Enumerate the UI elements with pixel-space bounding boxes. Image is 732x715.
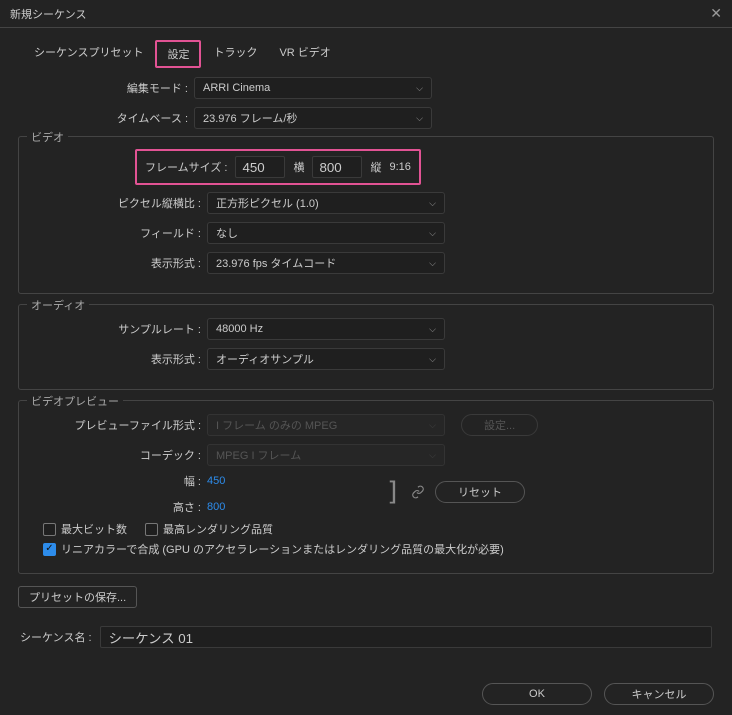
preview-file-format-value: I フレーム のみの MPEG [216,417,337,433]
sequence-name-label: シーケンス名 : [20,629,92,645]
sample-rate-value: 48000 Hz [216,323,263,335]
cancel-button[interactable]: キャンセル [604,683,714,705]
close-icon[interactable]: ✕ [710,5,722,22]
tab-settings[interactable]: 設定 [155,40,201,68]
checkbox-icon [145,523,158,536]
chevron-down-icon: ⌵ [416,113,423,124]
tab-bar: シーケンスプリセット 設定 トラック VR ビデオ [18,40,714,68]
pixel-aspect-value: 正方形ピクセル (1.0) [216,195,319,211]
frame-size-label: フレームサイズ : [145,159,227,175]
max-render-quality-label: 最高レンダリング品質 [163,521,273,537]
frame-height-input[interactable] [312,156,362,178]
timebase-value: 23.976 フレーム/秒 [203,110,297,126]
preview-file-format-select: I フレーム のみの MPEG ⌵ [207,414,445,436]
audio-display-format-label: 表示形式 : [31,351,207,367]
chevron-down-icon: ⌵ [429,228,436,239]
linear-color-label: リニアカラーで合成 (GPU のアクセラレーションまたはレンダリング品質の最大化… [61,541,504,557]
edit-mode-value: ARRI Cinema [203,82,270,94]
frame-width-label: 横 [293,159,304,175]
pixel-aspect-label: ピクセル縦横比 : [31,195,207,211]
preview-file-format-label: プレビューファイル形式 : [31,417,207,433]
frame-width-input[interactable] [235,156,285,178]
tab-tracks[interactable]: トラック [203,40,267,68]
preview-width-label: 幅 : [31,473,207,489]
max-bit-depth-label: 最大ビット数 [61,521,127,537]
sample-rate-select[interactable]: 48000 Hz ⌵ [207,318,445,340]
video-display-format-select[interactable]: 23.976 fps タイムコード ⌵ [207,252,445,274]
fields-label: フィールド : [31,225,207,241]
ok-button[interactable]: OK [482,683,592,705]
chevron-down-icon: ⌵ [429,450,436,461]
frame-size-highlight: フレームサイズ : 横 縦 9:16 [135,149,421,185]
sequence-name-input[interactable] [100,626,712,648]
linear-color-checkbox[interactable]: ✓ リニアカラーで合成 (GPU のアクセラレーションまたはレンダリング品質の最… [43,541,504,557]
timebase-select[interactable]: 23.976 フレーム/秒 ⌵ [194,107,432,129]
chevron-down-icon: ⌵ [429,324,436,335]
frame-height-label: 縦 [370,159,381,175]
preview-legend: ビデオプレビュー [27,393,123,409]
save-preset-button[interactable]: プリセットの保存... [18,586,137,608]
codec-select: MPEG I フレーム ⌵ [207,444,445,466]
fields-select[interactable]: なし ⌵ [207,222,445,244]
chevron-down-icon: ⌵ [429,198,436,209]
max-render-quality-checkbox[interactable]: 最高レンダリング品質 [145,521,273,537]
video-legend: ビデオ [27,129,68,145]
checkbox-icon [43,523,56,536]
codec-label: コーデック : [31,447,207,463]
codec-value: MPEG I フレーム [216,447,301,463]
preview-group: ビデオプレビュー プレビューファイル形式 : I フレーム のみの MPEG ⌵… [18,400,714,574]
checkbox-icon: ✓ [43,543,56,556]
tab-vr[interactable]: VR ビデオ [269,40,340,68]
audio-group: オーディオ サンプルレート : 48000 Hz ⌵ 表示形式 : オーディオサ… [18,304,714,390]
chevron-down-icon: ⌵ [429,420,436,431]
chevron-down-icon: ⌵ [429,354,436,365]
chevron-down-icon: ⌵ [429,258,436,269]
fields-value: なし [216,225,238,241]
window-title: 新規シーケンス [10,6,86,22]
edit-mode-label: 編集モード : [18,80,194,96]
tab-presets[interactable]: シーケンスプリセット [24,40,153,68]
preview-height-label: 高さ : [31,499,207,515]
preview-height-value[interactable]: 800 [207,501,225,513]
video-display-format-value: 23.976 fps タイムコード [216,255,336,271]
sample-rate-label: サンプルレート : [31,321,207,337]
edit-mode-select[interactable]: ARRI Cinema ⌵ [194,77,432,99]
pixel-aspect-select[interactable]: 正方形ピクセル (1.0) ⌵ [207,192,445,214]
audio-legend: オーディオ [27,297,89,313]
chevron-down-icon: ⌵ [416,83,423,94]
bracket-icon: ] [385,479,401,505]
configure-button: 設定... [461,414,538,436]
max-bit-depth-checkbox[interactable]: 最大ビット数 [43,521,127,537]
video-group: ビデオ フレームサイズ : 横 縦 9:16 ピクセル縦横比 : 正方形ピクセル… [18,136,714,294]
video-display-format-label: 表示形式 : [31,255,207,271]
audio-display-format-select[interactable]: オーディオサンプル ⌵ [207,348,445,370]
reset-button[interactable]: リセット [435,481,525,503]
audio-display-format-value: オーディオサンプル [216,351,314,367]
aspect-ratio: 9:16 [389,161,410,173]
link-icon[interactable] [411,485,425,499]
preview-width-value[interactable]: 450 [207,475,225,487]
timebase-label: タイムベース : [18,110,194,126]
